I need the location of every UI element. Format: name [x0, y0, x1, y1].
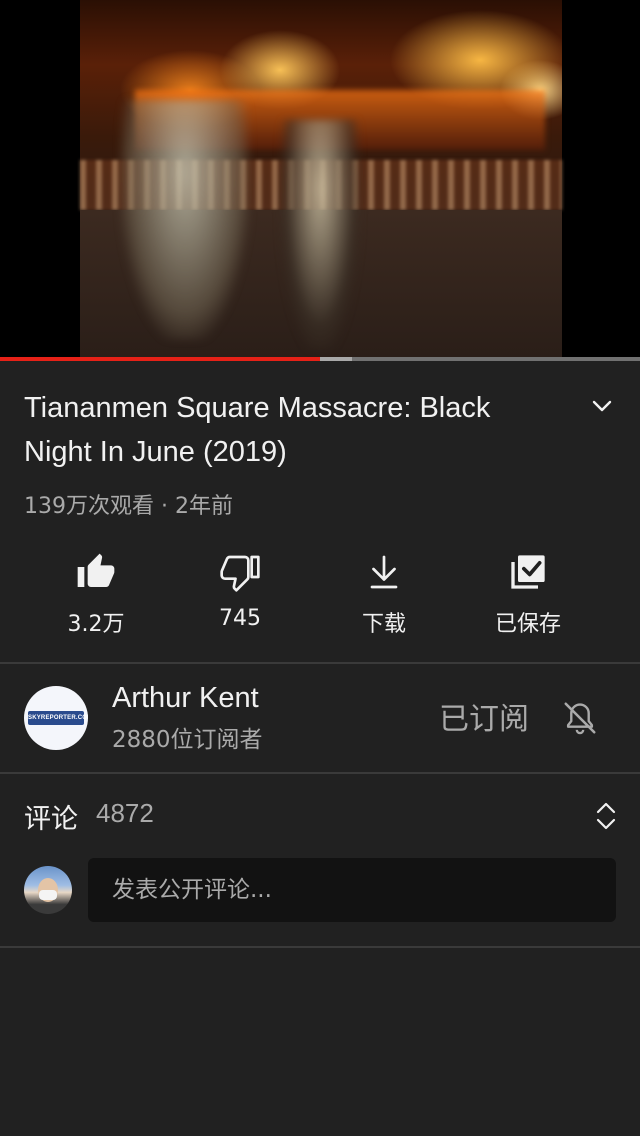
expand-description-button[interactable]: [586, 390, 618, 422]
dislike-count: 745: [219, 606, 261, 631]
comments-expand-button[interactable]: [590, 798, 622, 834]
avatar-mask: [39, 890, 57, 900]
download-label: 下载: [361, 612, 406, 637]
chevron-down-icon: [592, 400, 612, 412]
comments-count: 4872: [96, 798, 154, 828]
watch-page: Tiananmen Square Massacre: Black Night I…: [0, 0, 640, 1136]
sort-icon: [596, 802, 616, 830]
download-icon: [370, 555, 398, 589]
video-title[interactable]: Tiananmen Square Massacre: Black Night I…: [24, 386, 564, 474]
like-count: 3.2万: [67, 612, 125, 637]
channel-name[interactable]: Arthur Kent: [112, 682, 259, 715]
video-frame: [80, 0, 562, 360]
dislike-icon: [220, 555, 260, 592]
comment-box[interactable]: [88, 858, 616, 922]
bell-off-icon: [564, 702, 596, 735]
comment-input[interactable]: [88, 858, 616, 922]
channel-avatar[interactable]: SKYREPORTER.COM: [24, 686, 88, 750]
user-avatar: [24, 866, 72, 914]
channel-subscribers: 2880位订阅者: [112, 727, 263, 753]
like-button[interactable]: 3.2万: [26, 548, 166, 643]
like-icon: [77, 553, 115, 587]
progress-bar[interactable]: [0, 357, 640, 361]
channel-logo: SKYREPORTER.COM: [28, 711, 88, 725]
action-bar: 3.2万 745 下载 已保存: [0, 548, 640, 643]
video-figure: [280, 120, 360, 350]
video-meta: 139万次观看 · 2年前: [24, 494, 233, 519]
download-button[interactable]: 下载: [314, 548, 454, 643]
progress-played: [0, 357, 320, 361]
saved-icon: [511, 555, 545, 589]
divider: [0, 772, 640, 774]
subscribed-button[interactable]: 已订阅: [432, 694, 536, 738]
comments-heading[interactable]: 评论: [24, 797, 78, 836]
save-button[interactable]: 已保存: [458, 548, 598, 643]
divider: [0, 662, 640, 664]
video-player[interactable]: [0, 0, 640, 360]
dislike-button[interactable]: 745: [170, 548, 310, 643]
video-figure: [120, 100, 250, 340]
divider: [0, 946, 640, 948]
save-label: 已保存: [494, 612, 561, 637]
notification-bell-button[interactable]: [556, 694, 604, 742]
